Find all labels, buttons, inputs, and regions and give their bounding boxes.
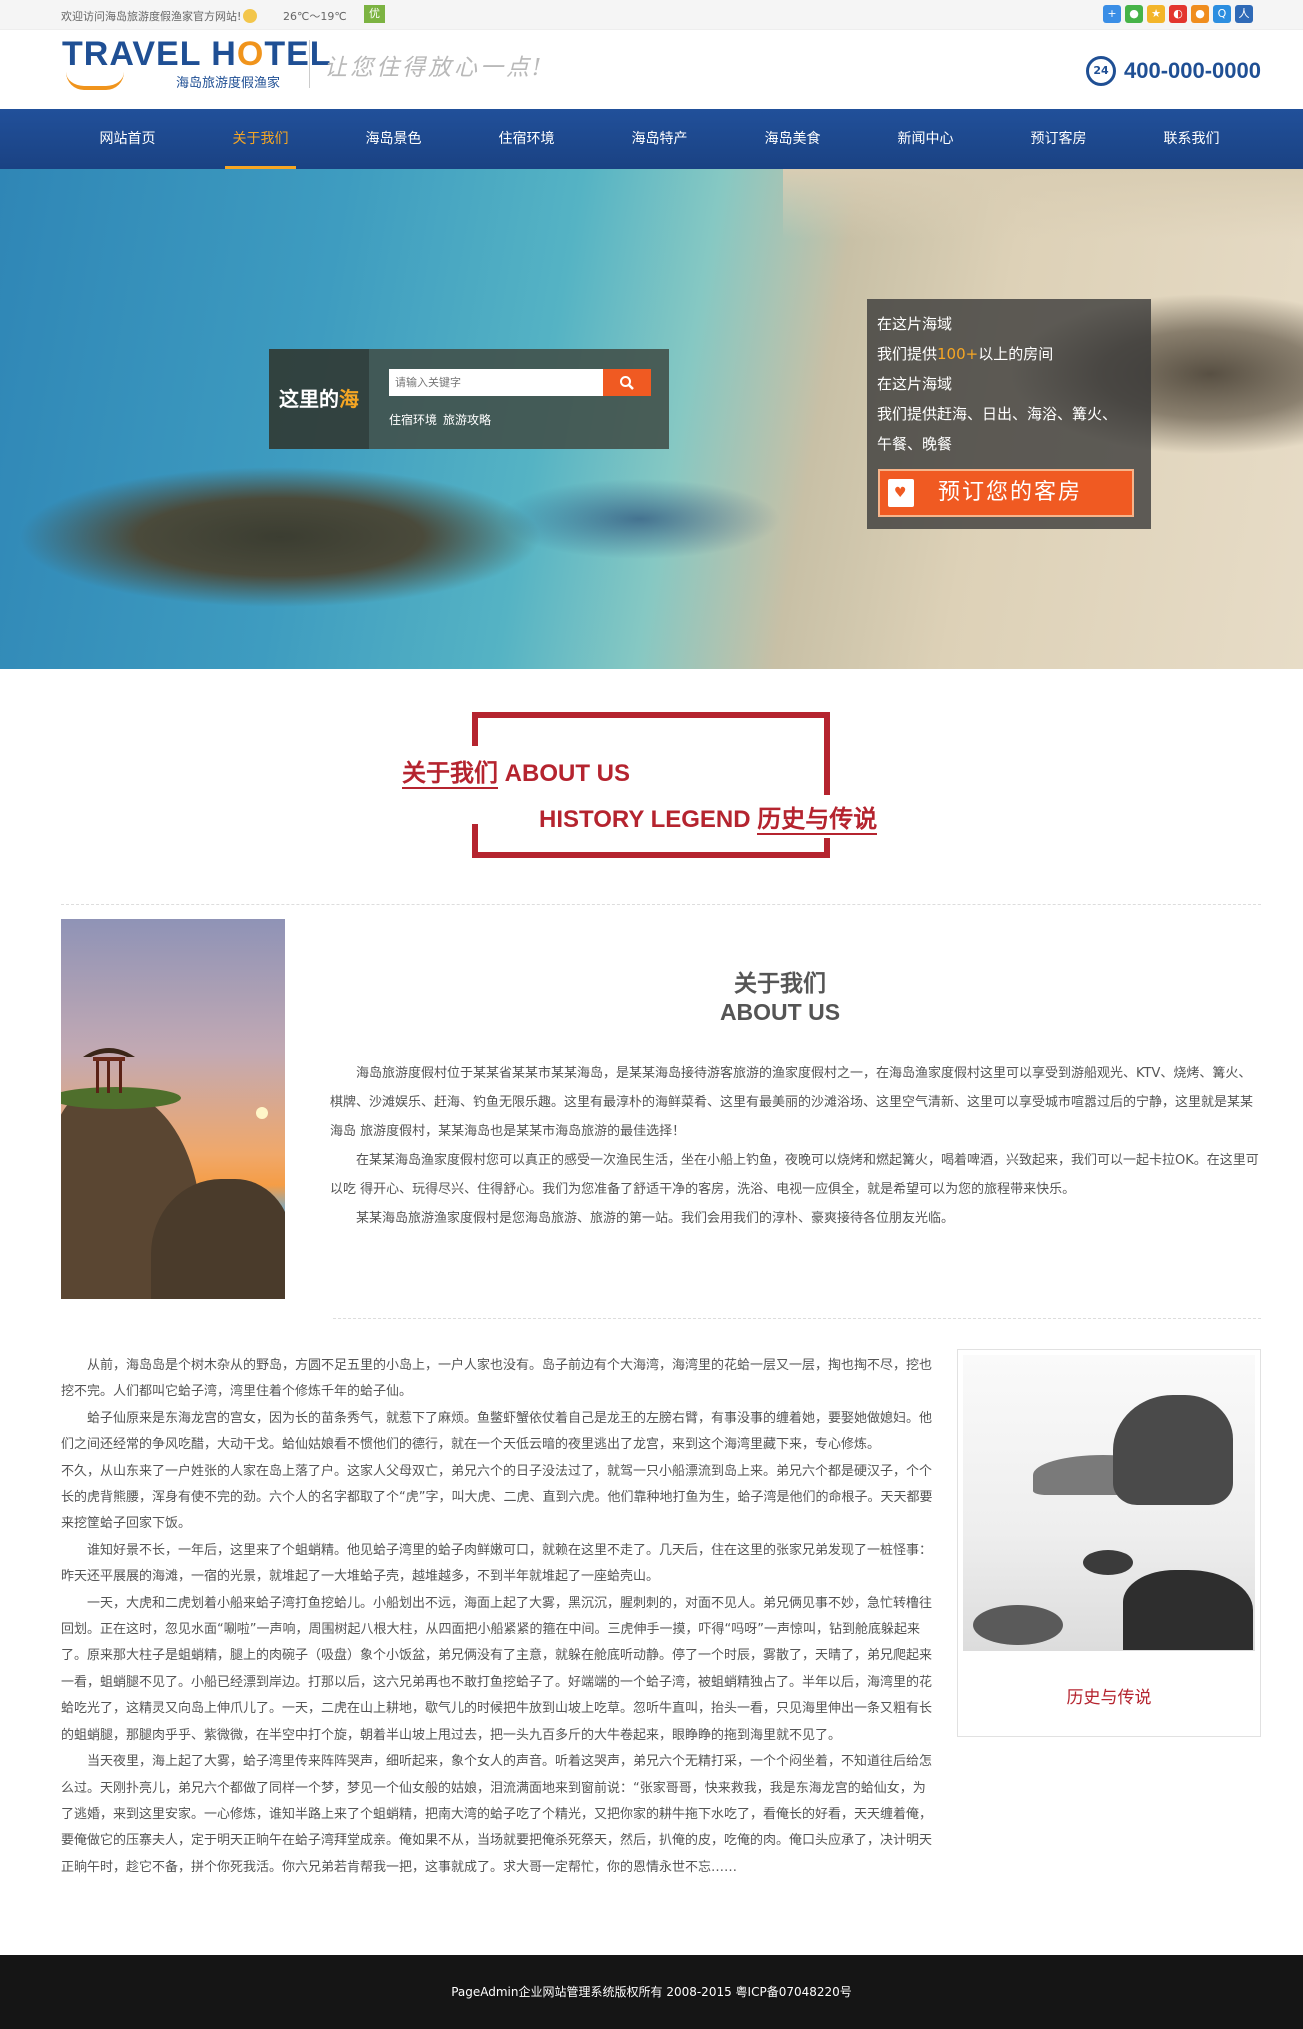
rock-shape [1083,1550,1133,1575]
search-panel: 这里的海 住宿环境旅游攻略 [269,349,669,449]
tag-link[interactable]: 住宿环境 [389,413,437,427]
tag-link[interactable]: 旅游攻略 [443,413,491,427]
about-title-cn: 关于我们 [734,970,826,996]
promo-line: 我们提供赶海、日出、海浴、篝火、 [877,405,1118,423]
nav-item-4[interactable]: 住宿环境 [460,109,593,169]
renren-icon[interactable]: 人 [1235,5,1253,23]
search-panel-title: 这里的海 [269,349,369,449]
promo-line: 午餐、晚餐 [877,435,953,453]
search-icon [620,376,634,390]
history-paragraph: 蛤子仙原来是东海龙宫的宫女，因为长的苗条秀气，就惹下了麻烦。鱼鳖虾蟹依仗着自己是… [61,1410,933,1453]
logo-text-part1: TRAVEL H [62,35,237,73]
logo-text-part2: TEL [264,35,332,73]
booking-icon [888,471,914,515]
promo-line: 我们提供100+以上的房间 [877,339,1141,369]
site-header: TRAVEL HOTEL 海岛旅游度假渔家 让您住得放心一点! 24 400-0… [0,30,1303,109]
tencent-weibo-icon[interactable]: ● [1191,5,1209,23]
slogan: 让您住得放心一点! [324,55,545,81]
about-paragraph: 海岛旅游度假村位于某某省某某市某某海岛，是某某海岛接待游客旅游的渔家度假村之一，… [330,1066,1254,1139]
footer: PageAdmin企业网站管理系统版权所有 2008-2015 粤ICP备070… [0,1955,1303,2029]
wechat-icon[interactable]: ● [1125,5,1143,23]
top-bar: 欢迎访问海岛旅游度假渔家官方网站! 26℃～19℃ 优 + ● ★ ◐ ● Q 人 [0,0,1303,30]
heading-history-cn: 历史与传说 [757,806,878,835]
heading-history-en: HISTORY LEGEND [539,806,758,833]
nav-item-8[interactable]: 预订客房 [992,109,1125,169]
hero-banner: 这里的海 住宿环境旅游攻略 在这片海域 我们提供100+以上的房间 在这片海域 … [0,169,1303,669]
nav-item-5[interactable]: 海岛特产 [593,109,726,169]
book-room-label: 预订您的客房 [938,480,1083,505]
promo-line: 在这片海域 [877,375,953,393]
qq-icon[interactable]: Q [1213,5,1231,23]
copyright-text: PageAdmin企业网站管理系统版权所有 2008-2015 粤ICP备070… [451,1985,852,1999]
search-button[interactable] [603,369,651,396]
history-paragraph: 谁知好景不长，一年后，这里来了个蛆蛸精。他见蛤子湾里的蛤子肉鲜嫩可口，就赖在这里… [61,1542,933,1585]
about-paragraph: 某某海岛旅游渔家度假村是您海岛旅游、旅游的第一站。我们会用我们的淳朴、豪爽接待各… [356,1211,955,1226]
weather-temperature: 26℃～19℃ [283,10,347,23]
about-heading-section: 关于我们 ABOUT US HISTORY LEGEND 历史与传说 [0,669,1303,909]
book-room-button[interactable]: 预订您的客房 [878,469,1134,517]
promo-highlight: 100+ [937,345,979,363]
sun-shape [256,1107,268,1119]
air-quality-badge: 优 [364,5,385,23]
history-section: 从前，海岛岛是个树木杂从的野岛，方圆不足五里的小岛上，一户人家也没有。岛子前边有… [0,1349,1303,1949]
divider [61,904,1261,905]
nav-item-3[interactable]: 海岛景色 [327,109,460,169]
rock-shape [973,1605,1063,1645]
about-image-pavilion [61,919,285,1299]
logo-smile-icon [66,72,124,90]
heading-about-cn: 关于我们 [402,760,498,789]
history-card[interactable]: 历史与传说 [957,1349,1261,1737]
welcome-label: 欢迎访问海岛旅游度假渔家官方网站! [61,10,242,23]
search-hot-tags: 住宿环境 旅游攻略 [389,411,497,428]
nav-item-7[interactable]: 新闻中心 [859,109,992,169]
logo-text-o: O [236,35,265,73]
nav-item-2[interactable]: 关于我们 [194,109,327,169]
history-body: 从前，海岛岛是个树木杂从的野岛，方圆不足五里的小岛上，一户人家也没有。岛子前边有… [61,1353,933,1881]
promo-text: 以上的房间 [978,345,1054,363]
history-paragraph: 从前，海岛岛是个树木杂从的野岛，方圆不足五里的小岛上，一户人家也没有。岛子前边有… [61,1358,933,1400]
weibo-icon[interactable]: ◐ [1169,5,1187,23]
search-title-highlight: 海 [339,387,359,411]
about-section: 关于我们 ABOUT US 海岛旅游度假村位于某某省某某市某某海岛，是某某海岛接… [0,909,1303,1349]
history-paragraph: 一天，大虎和二虎划着小船来蛤子湾打鱼挖蛤儿。小船划出不远，海面上起了大雾，黑沉沉… [61,1595,933,1743]
nav-item-6[interactable]: 海岛美食 [726,109,859,169]
welcome-text: 欢迎访问海岛旅游度假渔家官方网站! [61,8,258,24]
phone-24h-icon: 24 [1085,56,1116,86]
about-title: 关于我们 ABOUT US [700,969,860,1027]
nav-item-1[interactable]: 网站首页 [61,109,194,169]
heading-history-legend: HISTORY LEGEND 历史与传说 [537,795,880,838]
history-card-caption[interactable]: 历史与传说 [963,1683,1255,1708]
banner-sky [783,169,1303,239]
rock-shape [1113,1395,1233,1505]
divider [333,1318,1261,1319]
logo-divider [309,40,310,88]
add-icon[interactable]: + [1103,5,1121,23]
history-paragraph: 当天夜里，海上起了大雾，蛤子湾里传来阵阵哭声，细听起来，象个女人的声音。听着这哭… [61,1754,933,1875]
main-navigation: 网站首页 关于我们 海岛景色 住宿环境 海岛特产 海岛美食 新闻中心 预订客房 联系我们 [0,109,1303,169]
social-share-bar: + ● ★ ◐ ● Q 人 [1103,5,1253,23]
logo[interactable]: TRAVEL HOTEL [62,35,332,74]
promo-text: 我们提供 [877,345,938,363]
heading-about-us: 关于我们 ABOUT US [400,749,632,792]
qzone-icon[interactable]: ★ [1147,5,1165,23]
pavilion-icon [83,1048,135,1093]
about-body: 海岛旅游度假村位于某某省某某市某某海岛，是某某海岛接待游客旅游的渔家度假村之一，… [330,1059,1260,1233]
about-title-en: ABOUT US [719,999,841,1025]
hotline-number: 400-000-0000 [1123,58,1261,83]
search-input[interactable] [389,369,603,396]
rock-shape [1123,1570,1253,1650]
heading-about-en: ABOUT US [498,760,630,787]
about-paragraph: 在某某海岛渔家度假村您可以真正的感受一次渔民生活，坐在小船上钓鱼，夜晚可以烧烤和… [330,1153,1259,1197]
promo-line: 在这片海域 [877,315,953,333]
search-title-text: 这里的 [279,387,339,411]
nav-item-9[interactable]: 联系我们 [1125,109,1258,169]
history-image-rocks [963,1355,1255,1651]
hotline: 24 400-000-0000 [1085,56,1261,86]
history-paragraph: 不久，从山东来了一户姓张的人家在岛上落了户。这家人父母双亡，弟兄六个的日子没法过… [61,1463,933,1532]
logo-subtitle: 海岛旅游度假渔家 [176,76,281,91]
sun-icon [243,9,258,23]
